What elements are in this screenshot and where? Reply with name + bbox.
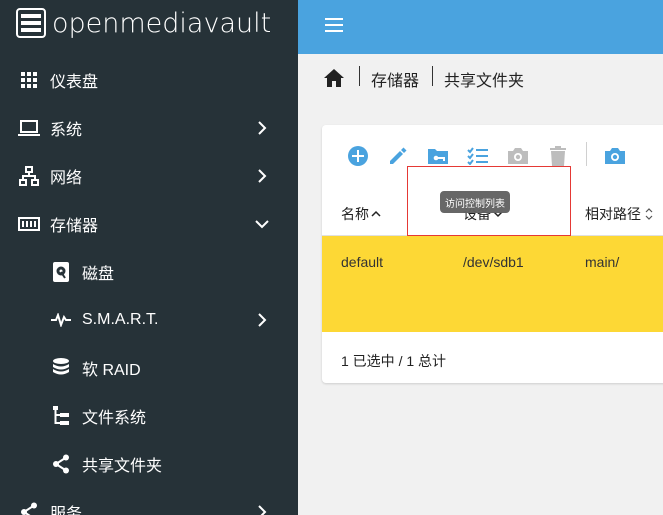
menu-icon[interactable] <box>325 18 343 32</box>
folder-key-icon <box>428 149 448 164</box>
home-icon[interactable] <box>324 69 344 87</box>
grid-icon <box>18 69 40 91</box>
share-icon <box>50 453 72 475</box>
laptop-icon <box>18 117 40 139</box>
sidebar-item-disks[interactable]: 磁盘 <box>0 248 298 296</box>
highlight-box <box>407 166 571 236</box>
sidebar-item-system[interactable]: 系统 <box>0 104 298 152</box>
sidebar-item-label: 软 RAID <box>82 362 141 379</box>
snapshot-button[interactable] <box>603 144 627 168</box>
breadcrumb-separator <box>359 66 360 86</box>
snapshot-disabled-button[interactable] <box>506 144 530 168</box>
chevron-right-icon <box>258 505 267 515</box>
sidebar-item-label: 仪表盘 <box>50 74 99 91</box>
sort-icon <box>645 208 653 220</box>
database-icon <box>50 357 72 379</box>
sidebar-item-label: 文件系统 <box>82 410 147 427</box>
edit-icon <box>390 147 407 164</box>
breadcrumb-item-shared-folders: 共享文件夹 <box>444 73 525 90</box>
file-tree-icon <box>50 405 72 427</box>
snapshot-icon <box>605 148 625 164</box>
share-icon <box>18 501 40 515</box>
sidebar-item-storage[interactable]: 存储器 <box>0 200 298 248</box>
sidebar-item-shared-folders[interactable]: 共享文件夹 <box>0 440 298 488</box>
selection-summary: 1 已选中 / 1 总计 <box>341 353 447 369</box>
sort-asc-icon <box>371 210 381 217</box>
sidebar-item-label: 存储器 <box>50 218 99 235</box>
add-button[interactable] <box>346 144 370 168</box>
sidebar-item-network[interactable]: 网络 <box>0 152 298 200</box>
toolbar-divider <box>586 142 587 166</box>
chevron-right-icon <box>258 121 267 135</box>
acl-button[interactable] <box>426 144 450 168</box>
breadcrumb: 存储器 共享文件夹 <box>298 54 663 100</box>
sidebar: openmediavault 仪表盘 系统 网络 存储器 磁盘 S.M.A.R.… <box>0 0 298 515</box>
chevron-right-icon <box>258 313 267 327</box>
sidebar-item-dashboard[interactable]: 仪表盘 <box>0 56 298 104</box>
column-header-relative-path[interactable]: 相对路径 <box>585 204 654 224</box>
omv-logo-icon <box>16 8 46 38</box>
cell-name: default <box>341 254 384 270</box>
sidebar-item-label: S.M.A.R.T. <box>82 311 159 328</box>
delete-icon <box>550 146 566 166</box>
pulse-icon <box>50 309 72 331</box>
network-icon <box>18 165 40 187</box>
top-bar <box>298 0 663 54</box>
add-icon <box>348 146 368 166</box>
table-row[interactable]: default /dev/sdb1 main/ <box>322 236 663 332</box>
cell-device: /dev/sdb1 <box>463 254 524 270</box>
brand-name: openmediavault <box>52 7 272 39</box>
delete-button[interactable] <box>546 144 570 168</box>
edit-button[interactable] <box>386 144 410 168</box>
disk-icon <box>50 261 72 283</box>
camera-icon <box>508 148 528 164</box>
sidebar-item-raid[interactable]: 软 RAID <box>0 344 298 392</box>
sidebar-item-label: 系统 <box>50 122 83 139</box>
checklist-icon <box>467 147 488 165</box>
chevron-right-icon <box>258 169 267 183</box>
breadcrumb-separator <box>432 66 433 86</box>
shared-folders-card: 名称 设备 相对路径 default /dev/sdb1 main/ 1 已选中… <box>322 125 663 383</box>
column-header-name[interactable]: 名称 <box>341 204 381 224</box>
sidebar-item-smart[interactable]: S.M.A.R.T. <box>0 296 298 344</box>
sidebar-item-label: 服务 <box>50 506 83 515</box>
cell-relative-path: main/ <box>585 254 620 270</box>
sidebar-item-services[interactable]: 服务 <box>0 488 298 515</box>
storage-icon <box>18 213 40 235</box>
sidebar-item-label: 磁盘 <box>82 266 115 283</box>
breadcrumb-item-storage[interactable]: 存储器 <box>371 67 419 91</box>
sidebar-item-label: 共享文件夹 <box>82 458 163 475</box>
brand[interactable]: openmediavault <box>16 6 271 40</box>
chevron-down-icon <box>255 220 269 229</box>
sidebar-item-label: 网络 <box>50 170 83 187</box>
privileges-button[interactable] <box>466 144 490 168</box>
sidebar-item-filesystems[interactable]: 文件系统 <box>0 392 298 440</box>
